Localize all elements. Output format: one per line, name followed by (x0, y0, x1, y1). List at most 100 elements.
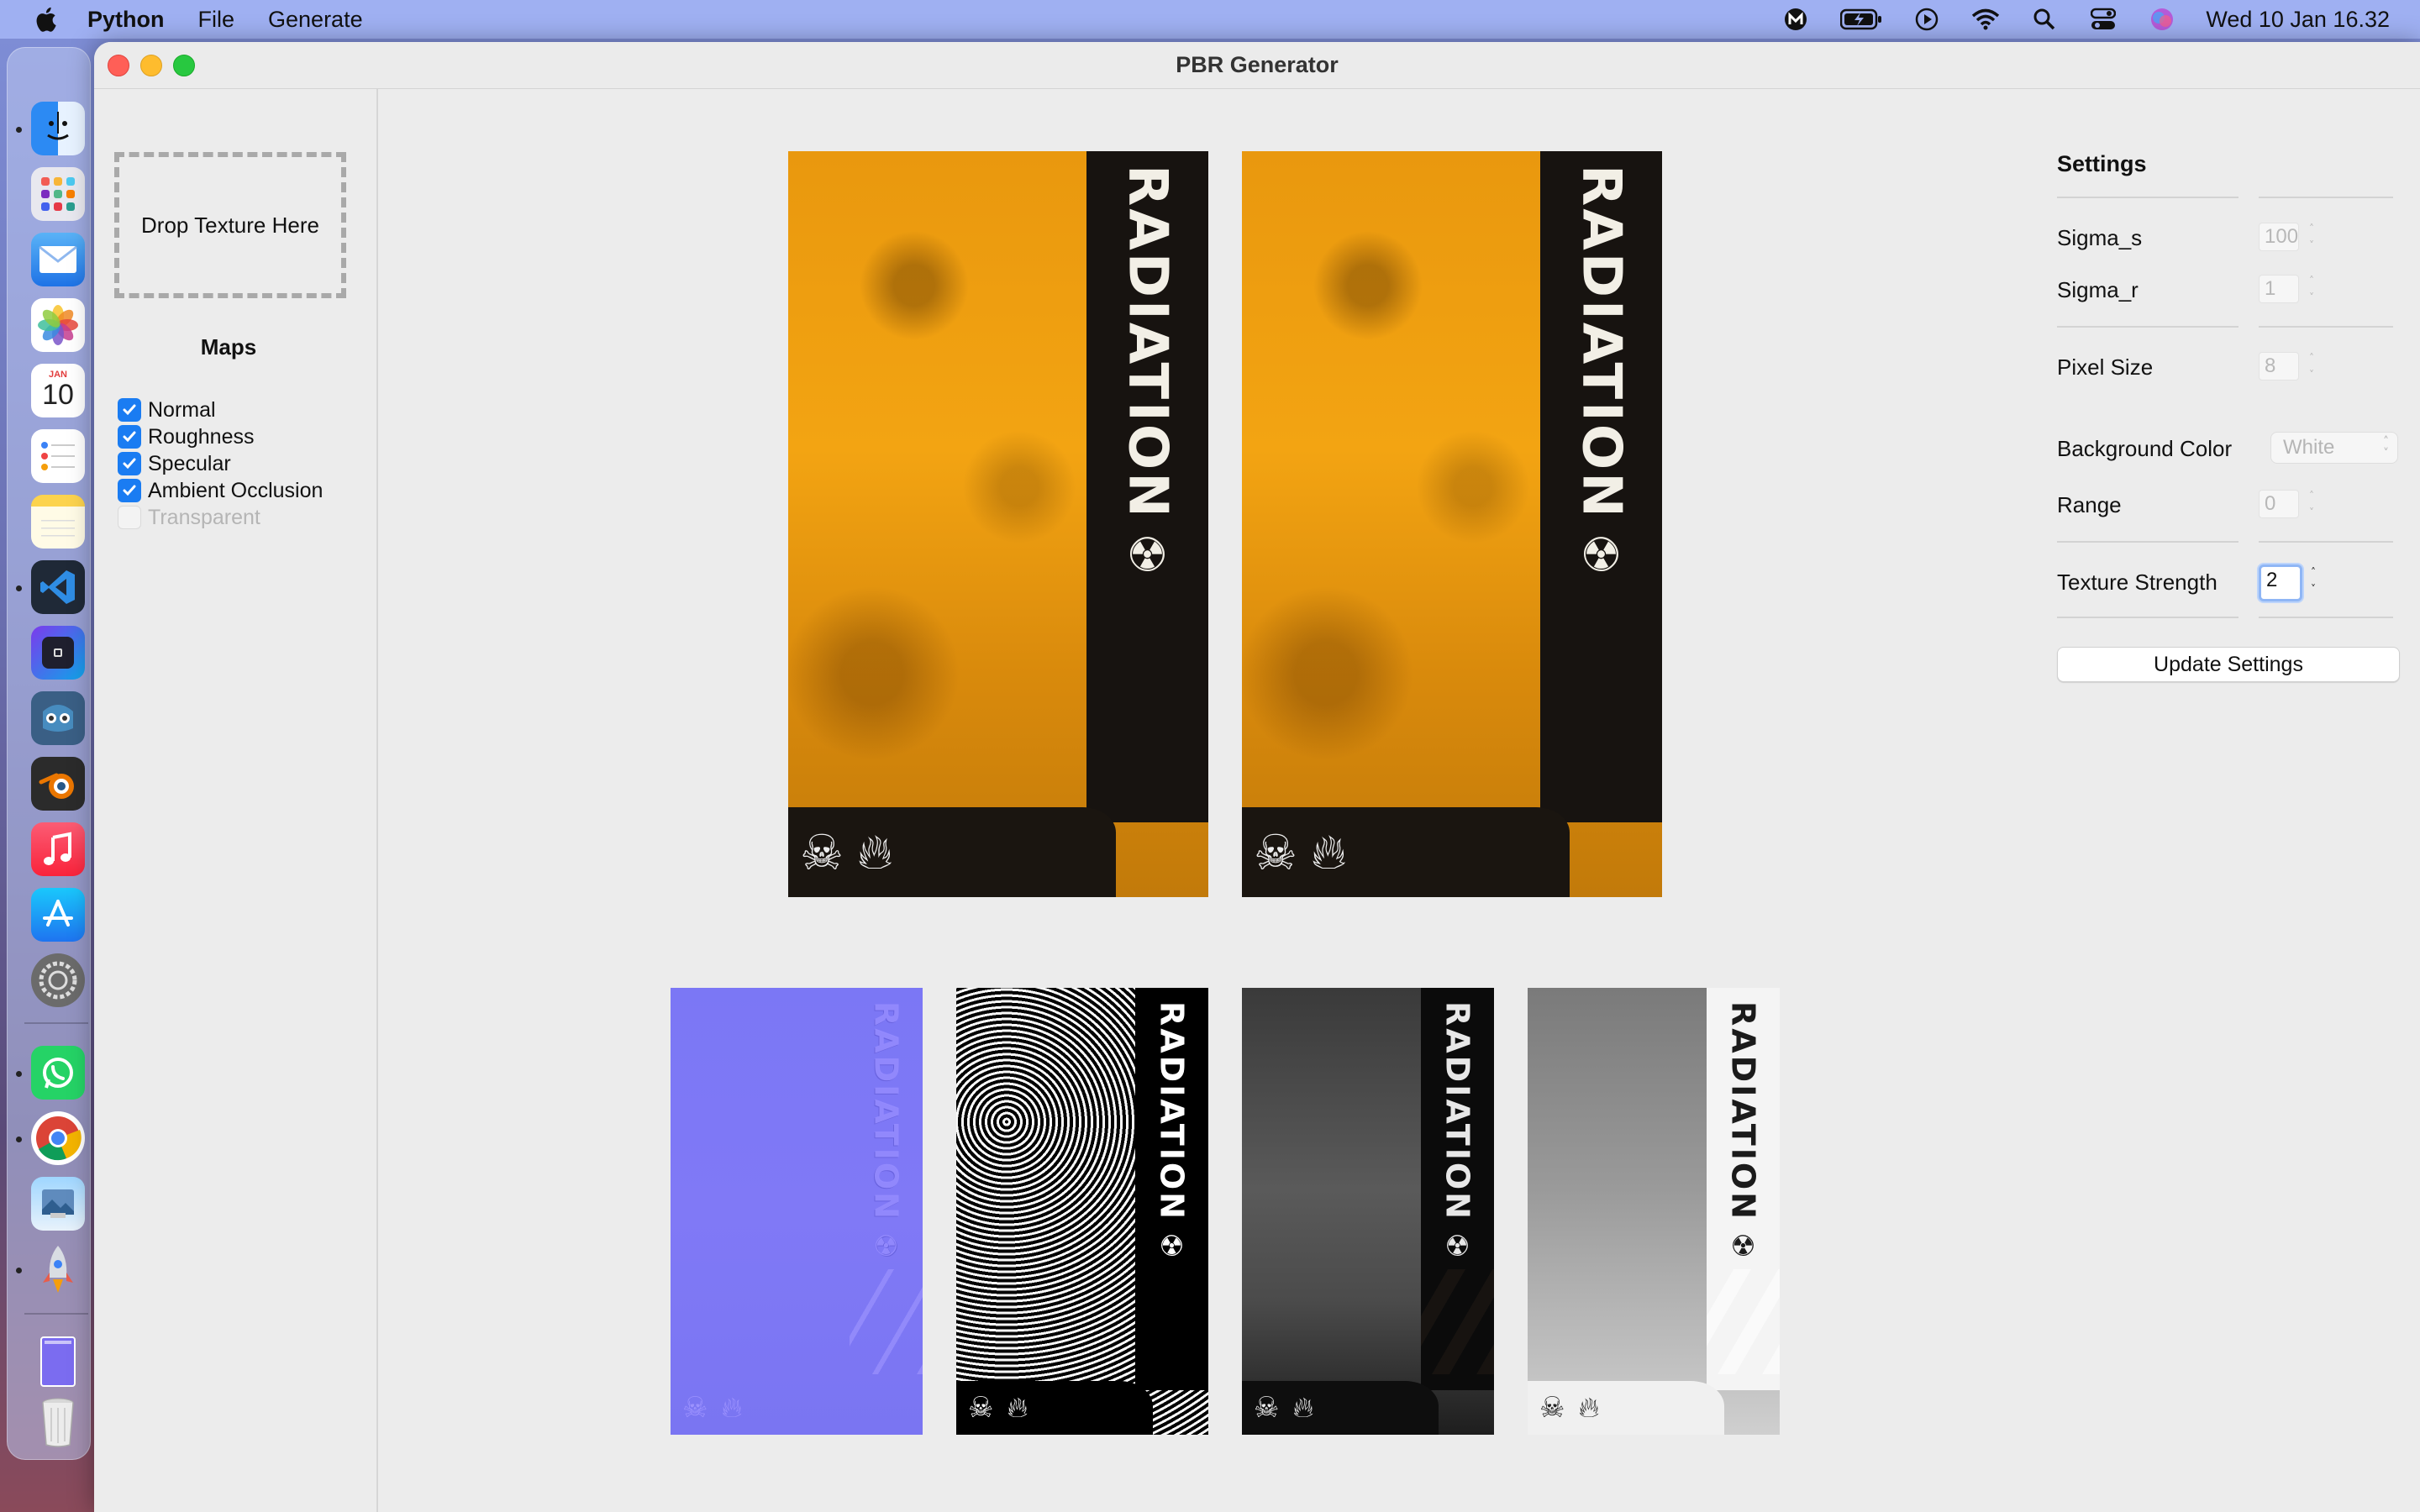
menu-bar-clock[interactable]: Wed 10 Jan 16.32 (2206, 7, 2390, 33)
whatsapp-icon[interactable] (31, 1046, 85, 1100)
pixel-size-field: 8 (2259, 352, 2299, 381)
map-option-roughness[interactable]: Roughness (118, 423, 323, 450)
texture-strength-field[interactable]: 2 (2259, 564, 2302, 601)
play-icon[interactable] (1912, 4, 1942, 34)
trash-icon[interactable] (31, 1395, 85, 1449)
range-label: Range (2057, 492, 2122, 517)
skull-icon: ☠ (1254, 1391, 1280, 1425)
roughness-checkbox[interactable] (118, 425, 141, 449)
downloads-stack-icon[interactable] (31, 1335, 85, 1389)
launchpad-icon[interactable] (31, 167, 85, 221)
map-option-normal[interactable]: Normal (118, 396, 323, 423)
map-option-specular[interactable]: Specular (118, 450, 323, 477)
texture-bottom-band: ☠ 🔥︎ (1242, 807, 1570, 897)
window-titlebar[interactable]: PBR Generator (94, 42, 2420, 89)
hazard-stripes (1086, 621, 1208, 796)
map-option-label: Specular (148, 451, 231, 475)
map-option-label: Normal (148, 397, 216, 422)
battery-icon[interactable] (1839, 4, 1883, 34)
blender-icon[interactable] (31, 757, 85, 811)
skull-icon: ☠ (682, 1391, 708, 1425)
divider (2057, 197, 2238, 198)
texture-stripe: RADIATION ☢ (1540, 151, 1662, 823)
texture-stripe: RADIATION ☢ (1421, 988, 1494, 1390)
rocket-icon[interactable] (31, 1242, 85, 1296)
texture-text: RADIATION (1116, 165, 1179, 520)
window-title: PBR Generator (1176, 52, 1339, 77)
ambient-occlusion-map-preview: RADIATION ☢ ☠ 🔥︎ (1528, 988, 1780, 1435)
flame-icon: 🔥︎ (1292, 1391, 1314, 1425)
photos-icon[interactable] (31, 298, 85, 352)
flame-icon: 🔥︎ (1578, 1391, 1600, 1425)
radiation-icon: ☢ (1159, 1229, 1185, 1263)
chevron-down-icon: ˅ (2309, 239, 2314, 251)
texture-bottom-band: ☠ 🔥︎ (788, 807, 1116, 897)
normal-checkbox[interactable] (118, 398, 141, 422)
chrome-icon[interactable] (31, 1111, 85, 1165)
instruments-icon[interactable] (31, 626, 85, 680)
maps-title: Maps (200, 334, 257, 360)
texture-drop-zone[interactable]: Drop Texture Here (114, 152, 346, 298)
flame-icon: 🔥︎ (1311, 823, 1347, 881)
settings-title: Settings (2057, 151, 2147, 176)
background-color-label: Background Color (2057, 436, 2233, 461)
pixel-size-stepper: ˄ ˅ (2302, 352, 2321, 381)
chevron-down-icon[interactable]: ˅ (2311, 583, 2316, 595)
range-stepper: ˄ ˅ (2302, 490, 2321, 518)
menu-generate[interactable]: Generate (268, 7, 363, 33)
texture-image: RADIATION ☢ ☠ 🔥︎ (1242, 151, 1662, 897)
texture-stripe: RADIATION ☢ (1135, 988, 1208, 1390)
texture-image: RADIATION ☢ ☠ 🔥︎ (1528, 988, 1780, 1435)
malwarebytes-icon[interactable] (1781, 4, 1811, 34)
range-field: 0 (2259, 490, 2299, 518)
divider (2057, 326, 2238, 328)
processed-texture-preview: RADIATION ☢ ☠ 🔥︎ (1242, 151, 1662, 897)
preview-icon[interactable] (31, 1177, 85, 1231)
ambient-occlusion-checkbox[interactable] (118, 479, 141, 502)
texture-image: RADIATION ☢ ☠ 🔥︎ (788, 151, 1208, 897)
texture-text: RADIATION (1570, 165, 1633, 520)
checkmark-icon (123, 404, 136, 416)
texture-text: RADIATION (1439, 1001, 1476, 1221)
app-store-icon[interactable] (31, 888, 85, 942)
wifi-icon[interactable] (1970, 4, 2001, 34)
chevron-up-icon: ˄ (2309, 275, 2314, 286)
finder-icon[interactable] (31, 102, 85, 155)
notes-icon[interactable] (31, 495, 85, 549)
texture-strength-stepper[interactable]: ˄ ˅ (2304, 566, 2323, 595)
reminders-icon[interactable] (31, 429, 85, 483)
texture-strength-label: Texture Strength (2057, 570, 2217, 595)
texture-stripe: RADIATION ☢ (1707, 988, 1780, 1390)
menu-file[interactable]: File (198, 7, 235, 33)
dock: JAN 10 (7, 47, 91, 1460)
system-settings-icon[interactable] (31, 953, 85, 1007)
texture-image: RADIATION ☢ ☠ 🔥︎ (956, 988, 1208, 1435)
sigma-s-field: 100 (2259, 223, 2299, 251)
chevron-up-icon[interactable]: ˄ (2311, 566, 2316, 578)
map-option-label: Ambient Occlusion (148, 478, 324, 502)
drop-zone-label: Drop Texture Here (141, 212, 319, 238)
godot-icon[interactable] (31, 691, 85, 745)
calendar-icon[interactable]: JAN 10 (31, 364, 85, 417)
divider (2259, 617, 2393, 618)
skull-icon: ☠ (1539, 1391, 1565, 1425)
select-chevrons-icon: ˄ ˅ (2383, 435, 2389, 460)
pixel-size-label: Pixel Size (2057, 354, 2154, 380)
mail-icon[interactable] (31, 233, 85, 286)
apple-icon[interactable] (32, 4, 62, 34)
control-center-icon[interactable] (2088, 4, 2118, 34)
specular-checkbox[interactable] (118, 452, 141, 475)
original-texture-preview: RADIATION ☢ ☠ 🔥︎ (788, 151, 1208, 897)
music-icon[interactable] (31, 822, 85, 876)
texture-bottom-band: ☠ 🔥︎ (1528, 1381, 1724, 1435)
search-icon[interactable] (2029, 4, 2060, 34)
siri-icon[interactable] (2147, 4, 2177, 34)
map-option-ambient-occlusion[interactable]: Ambient Occlusion (118, 477, 323, 504)
update-settings-button[interactable]: Update Settings (2057, 647, 2400, 682)
maps-list: Normal Roughness Specular Ambient Occlus… (118, 396, 323, 531)
flame-icon: 🔥︎ (1007, 1391, 1028, 1425)
menu-app-name[interactable]: Python (87, 7, 165, 33)
vscode-icon[interactable] (31, 560, 85, 614)
divider (2259, 541, 2393, 543)
radiation-icon: ☢ (1444, 1229, 1470, 1263)
